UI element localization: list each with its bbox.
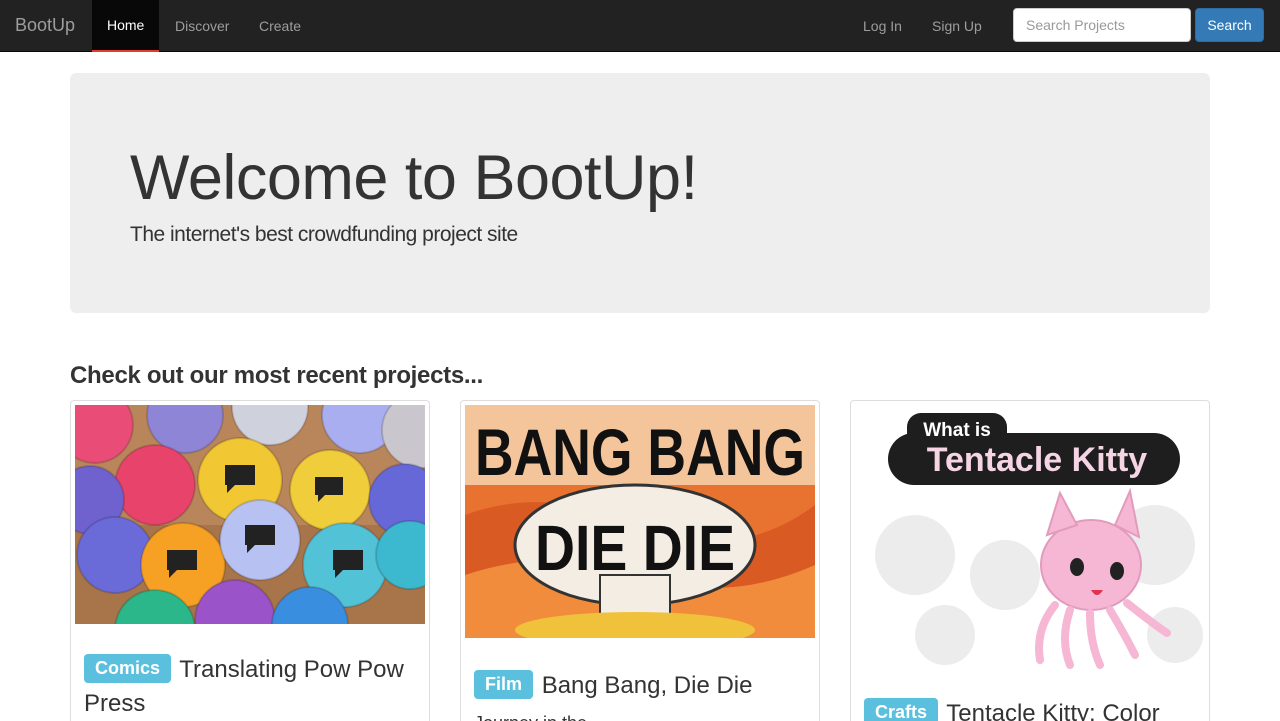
- hero-title: Welcome to BootUp!: [130, 143, 698, 213]
- category-badge[interactable]: Crafts: [864, 698, 939, 721]
- project-card[interactable]: Comics Translating Pow Pow Press: [70, 400, 430, 721]
- nav-login[interactable]: Log In: [848, 0, 917, 52]
- nav-signup[interactable]: Sign Up: [917, 0, 997, 52]
- hero-jumbotron: Welcome to BootUp! The internet's best c…: [70, 73, 1210, 313]
- project-image[interactable]: BANG BANG DIE DIE: [465, 405, 815, 638]
- project-card[interactable]: What is Tentacle Kitty Crafts Tentacle K…: [850, 400, 1210, 721]
- hero-subtitle: The internet's best crowdfunding project…: [130, 223, 518, 246]
- project-snippet: Journey in the .....: [474, 713, 617, 721]
- project-title-row[interactable]: Comics Translating Pow Pow Press: [84, 653, 424, 721]
- project-card[interactable]: BANG BANG DIE DIE Film Bang Bang, Die Di…: [460, 400, 820, 721]
- project-title-row[interactable]: Crafts Tentacle Kitty: Color: [864, 697, 1204, 721]
- project-title-row[interactable]: Film Bang Bang, Die Die: [474, 669, 814, 703]
- project-title[interactable]: Tentacle Kitty: Color: [946, 700, 1159, 721]
- project-image[interactable]: What is Tentacle Kitty: [855, 405, 1205, 673]
- svg-text:DIE DIE: DIE DIE: [535, 512, 735, 584]
- svg-text:What is: What is: [923, 420, 991, 441]
- category-badge[interactable]: Comics: [84, 654, 172, 683]
- projects-heading: Check out our most recent projects...: [70, 362, 483, 389]
- nav-create[interactable]: Create: [244, 0, 316, 52]
- project-image[interactable]: [75, 405, 425, 624]
- project-title[interactable]: Bang Bang, Die Die: [542, 672, 753, 699]
- top-navbar: BootUp Home Discover Create Log In Sign …: [0, 0, 1280, 52]
- search-input[interactable]: [1013, 8, 1191, 42]
- nav-home[interactable]: Home: [92, 0, 160, 52]
- svg-text:BANG BANG: BANG BANG: [475, 415, 805, 489]
- nav-discover[interactable]: Discover: [160, 0, 244, 52]
- category-badge[interactable]: Film: [474, 670, 534, 699]
- search-button[interactable]: Search: [1195, 8, 1264, 42]
- brand-logo[interactable]: BootUp: [15, 15, 75, 35]
- svg-text:Tentacle Kitty: Tentacle Kitty: [927, 441, 1148, 479]
